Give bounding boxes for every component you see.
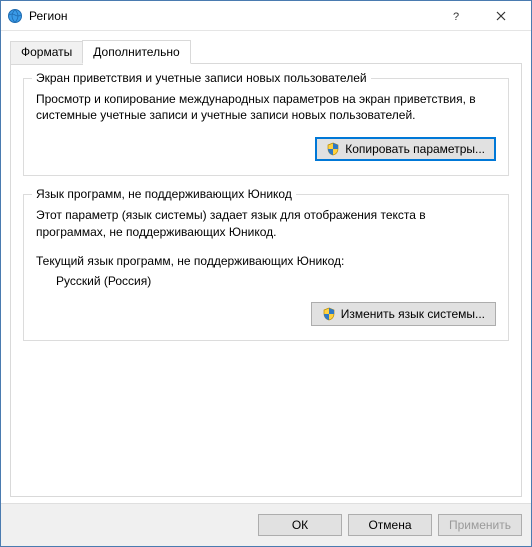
- tab-strip: Форматы Дополнительно: [10, 39, 522, 63]
- ok-button[interactable]: ОК: [258, 514, 342, 536]
- tab-panel-advanced: Экран приветствия и учетные записи новых…: [10, 63, 522, 497]
- change-system-locale-button[interactable]: Изменить язык системы...: [311, 302, 496, 326]
- help-button[interactable]: ?: [433, 1, 478, 30]
- cancel-button[interactable]: Отмена: [348, 514, 432, 536]
- dialog-footer: ОК Отмена Применить: [1, 503, 531, 546]
- apply-button[interactable]: Применить: [438, 514, 522, 536]
- region-dialog: Регион ? Форматы Дополнительно Экран при…: [0, 0, 532, 547]
- copy-settings-button[interactable]: Копировать параметры...: [315, 137, 496, 161]
- window-buttons: ?: [433, 1, 523, 30]
- group-welcome-title: Экран приветствия и учетные записи новых…: [32, 71, 371, 85]
- tab-advanced[interactable]: Дополнительно: [82, 40, 190, 64]
- shield-icon: [322, 307, 336, 321]
- copy-settings-label: Копировать параметры...: [345, 142, 485, 156]
- content-area: Форматы Дополнительно Экран приветствия …: [1, 31, 531, 503]
- group-non-unicode-title: Язык программ, не поддерживающих Юникод: [32, 187, 296, 201]
- group-non-unicode: Язык программ, не поддерживающих Юникод …: [23, 194, 509, 340]
- group-non-unicode-text: Этот параметр (язык системы) задает язык…: [36, 207, 496, 239]
- group-welcome-screen: Экран приветствия и учетные записи новых…: [23, 78, 509, 176]
- titlebar: Регион ?: [1, 1, 531, 31]
- window-title: Регион: [29, 9, 433, 23]
- change-system-locale-label: Изменить язык системы...: [341, 307, 485, 321]
- current-locale-label: Текущий язык программ, не поддерживающих…: [36, 254, 496, 268]
- tab-formats[interactable]: Форматы: [10, 41, 83, 65]
- globe-icon: [7, 8, 23, 24]
- shield-icon: [326, 142, 340, 156]
- close-button[interactable]: [478, 1, 523, 30]
- svg-text:?: ?: [453, 11, 459, 21]
- group-welcome-text: Просмотр и копирование международных пар…: [36, 91, 496, 123]
- current-locale-value: Русский (Россия): [56, 274, 496, 288]
